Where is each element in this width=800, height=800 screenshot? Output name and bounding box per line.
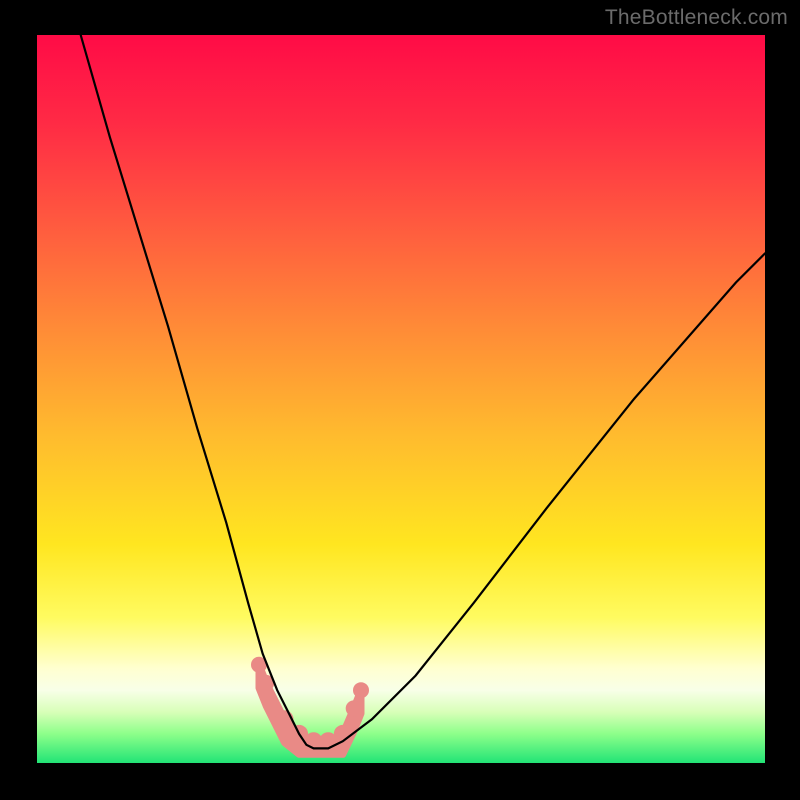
watermark-text: TheBottleneck.com xyxy=(605,6,788,30)
bottleneck-curve xyxy=(81,35,765,748)
chart-svg xyxy=(37,35,765,763)
marker-bead xyxy=(353,682,369,698)
plot-area xyxy=(37,35,765,763)
marker-bead xyxy=(346,700,362,716)
chart-frame: TheBottleneck.com xyxy=(0,0,800,800)
